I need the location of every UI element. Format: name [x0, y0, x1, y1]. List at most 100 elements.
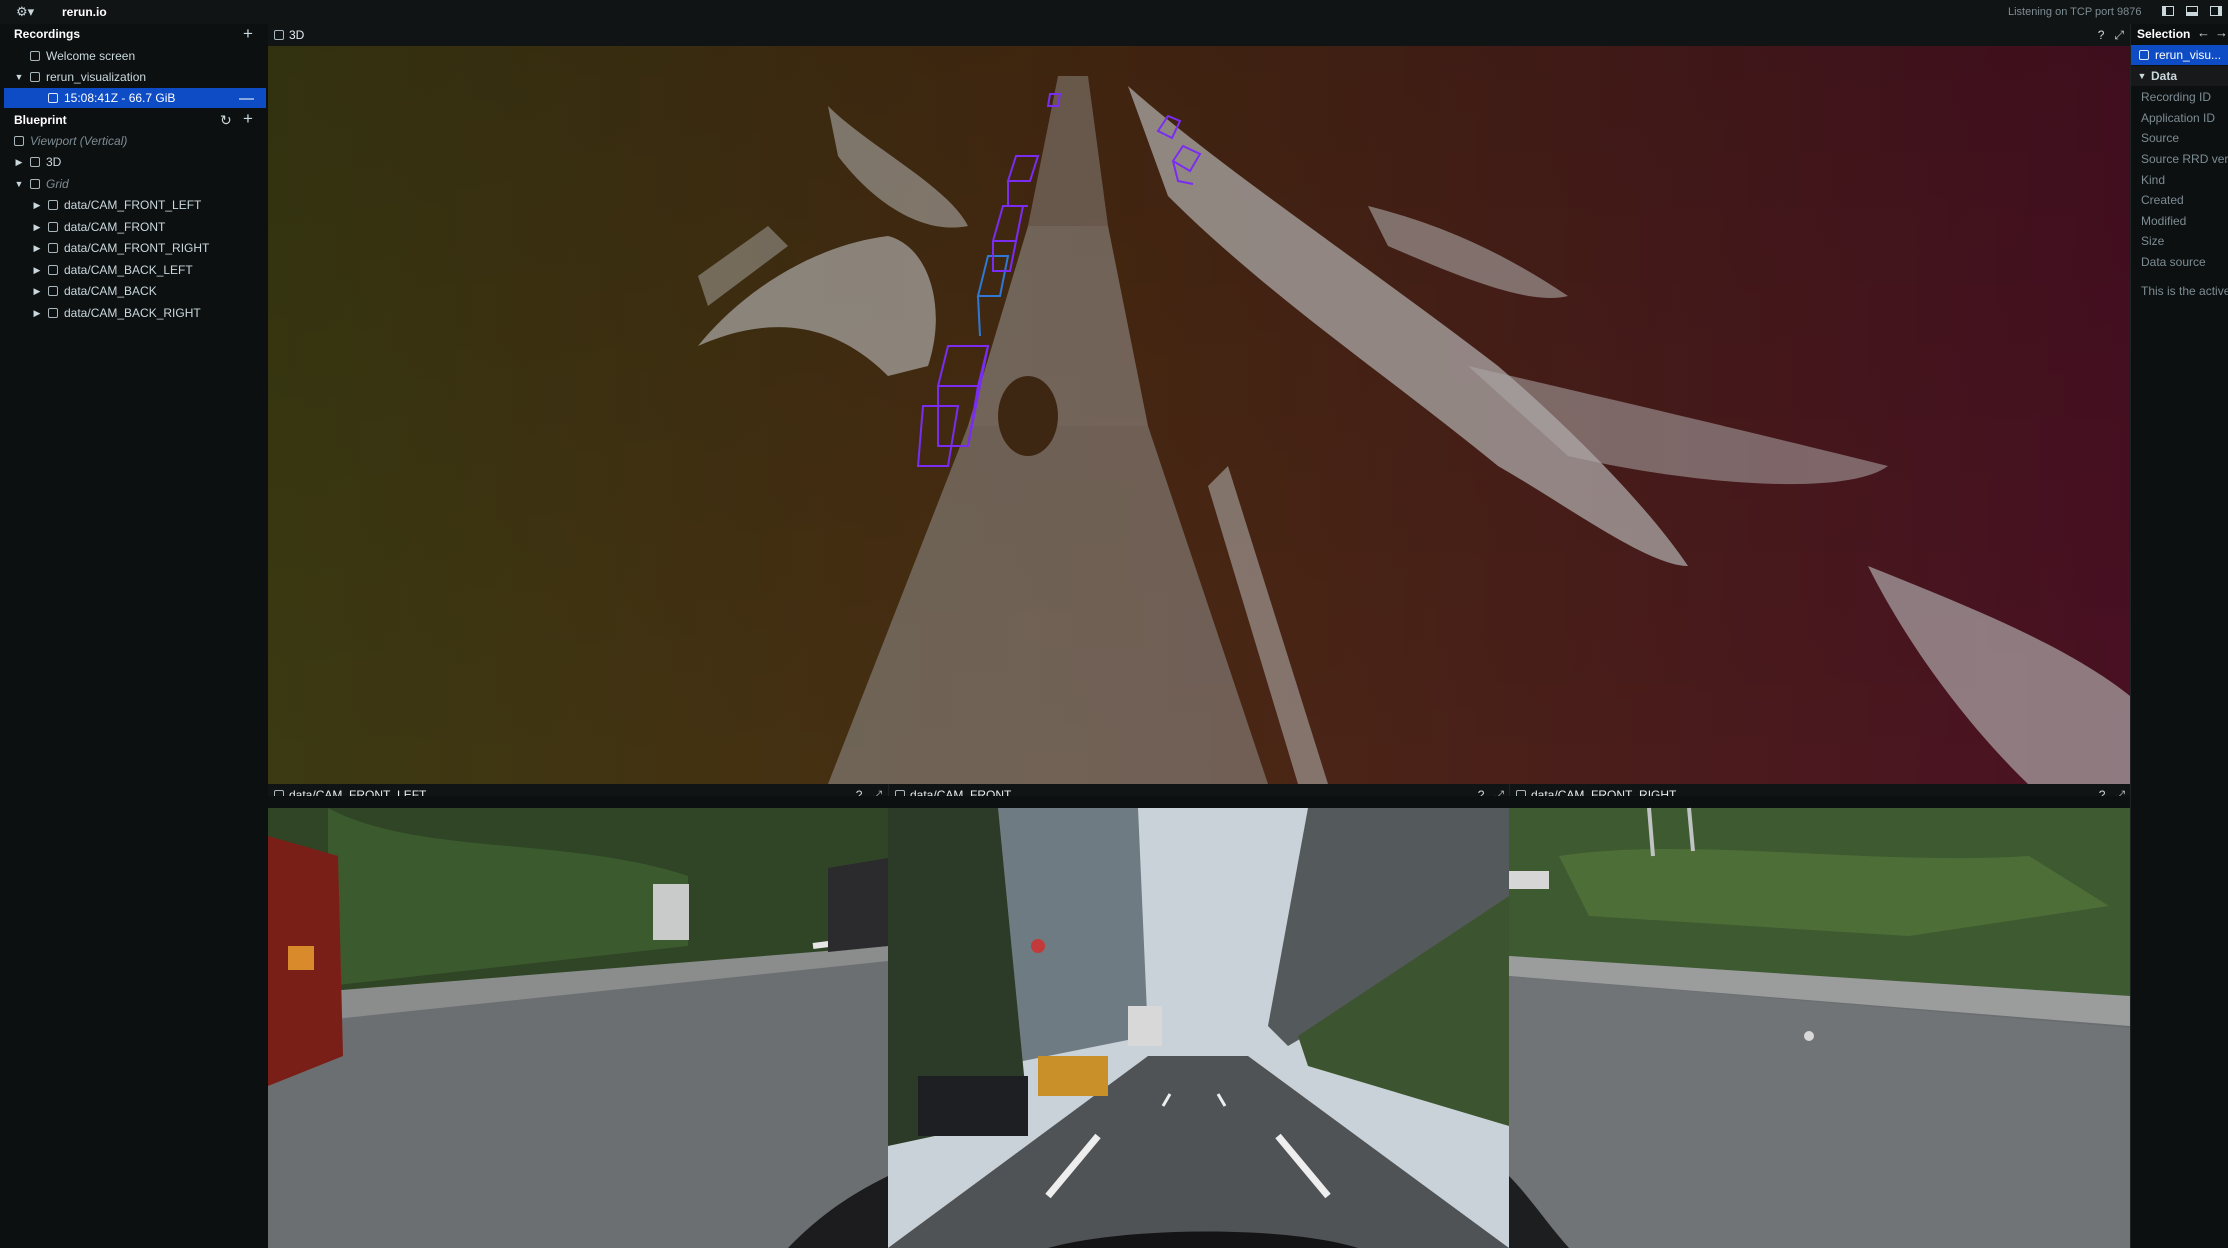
view3d-label: 3D [46, 155, 62, 169]
recording-icon [2139, 50, 2149, 60]
chevron-down-icon[interactable]: ▼ [14, 179, 24, 189]
chevron-right-icon[interactable]: ▶ [32, 286, 42, 297]
field-source: Source [2141, 128, 2179, 148]
arrow-right-icon[interactable]: → [2215, 25, 2228, 40]
maximize-icon[interactable]: ⤢ [2114, 28, 2124, 43]
field-label: Modified [2141, 214, 2187, 228]
chevron-right-icon[interactable]: ▶ [32, 265, 42, 276]
recordings-header-label: Recordings [14, 27, 81, 41]
recording-label: rerun_visualization [46, 70, 147, 84]
field-data-source: Data source [2141, 252, 2206, 272]
recording-item-selected[interactable]: 15:08:41Z - 66.7 GiB — [4, 88, 266, 108]
field-label: Data source [2141, 255, 2206, 269]
chevron-down-icon[interactable]: ▼ [2137, 71, 2147, 81]
chevron-right-icon[interactable]: ▶ [32, 200, 42, 211]
field-label: Source RRD versi [2141, 152, 2228, 166]
selection-header: Selection [2137, 24, 2190, 44]
recording-item-welcome[interactable]: Welcome screen [30, 46, 135, 66]
cam-front-image[interactable] [888, 796, 1509, 1248]
grid-label: Grid [46, 177, 69, 191]
grid-item[interactable]: ▼ Grid [14, 174, 69, 194]
cam-front-left-image[interactable] [268, 796, 888, 1248]
recording-label: Welcome screen [46, 49, 136, 63]
welcome-icon [30, 51, 40, 61]
view3d-canvas[interactable] [268, 46, 2130, 784]
recording-item-rerun-visualization[interactable]: ▼ rerun_visualization [14, 67, 147, 87]
chevron-right-icon[interactable]: ▶ [32, 308, 42, 319]
view-item-cam-front-right[interactable]: ▶ data/CAM_FRONT_RIGHT [32, 238, 210, 258]
rerun-menu-icon[interactable]: ⚙▾ [16, 4, 34, 20]
view3d-title[interactable]: 3D [289, 28, 304, 42]
connection-status: Listening on TCP port 9876 [2008, 6, 2142, 18]
blueprint-header-label: Blueprint [14, 113, 67, 127]
view-item-cam-front-left[interactable]: ▶ data/CAM_FRONT_LEFT [32, 195, 202, 215]
grid-icon [30, 179, 40, 189]
viewport-area: 3D ? ⤢ data/CAM_FRONT_LEFT ? ⤢ data/CAM_… [268, 24, 2131, 1248]
view3d-icon [274, 30, 284, 40]
field-created: Created [2141, 190, 2184, 210]
field-label: Source [2141, 131, 2180, 145]
field-label: Recording ID [2141, 90, 2212, 104]
view-item-cam-back-right[interactable]: ▶ data/CAM_BACK_RIGHT [32, 303, 201, 323]
data-section-header[interactable]: ▼ Data [2131, 66, 2228, 86]
note-text: This is the active [2141, 284, 2228, 298]
camera-label: data/CAM_BACK_LEFT [64, 263, 193, 277]
view-item-cam-front[interactable]: ▶ data/CAM_FRONT [32, 217, 166, 237]
help-icon[interactable]: ? [2098, 28, 2105, 43]
camera-label: data/CAM_FRONT [64, 220, 166, 234]
chevron-right-icon[interactable]: ▶ [32, 222, 42, 233]
app-title: rerun.io [62, 5, 107, 19]
field-size: Size [2141, 231, 2164, 251]
add-recording-button[interactable]: + [243, 24, 253, 44]
view-item-cam-back[interactable]: ▶ data/CAM_BACK [32, 281, 157, 301]
field-source-rrd-version: Source RRD versi [2141, 149, 2228, 169]
cam-front-right-image[interactable] [1509, 796, 2130, 1248]
camera-label: data/CAM_BACK [64, 284, 157, 298]
camera-label: data/CAM_FRONT_RIGHT [64, 241, 210, 255]
image-view-icon [48, 265, 58, 275]
recording-label: 15:08:41Z - 66.7 GiB [64, 91, 176, 105]
toggle-left-panel-icon[interactable] [2162, 6, 2174, 16]
view3d-tab-bar: 3D ? ⤢ [268, 24, 2130, 46]
data-section-label: Data [2151, 69, 2178, 83]
add-view-button[interactable]: + [243, 109, 253, 129]
selection-header-label: Selection [2137, 27, 2191, 41]
field-label: Created [2141, 193, 2184, 207]
field-recording-id: Recording ID [2141, 87, 2211, 107]
chevron-down-icon[interactable]: ▼ [14, 72, 24, 82]
chevron-right-icon[interactable]: ▶ [32, 243, 42, 254]
reset-blueprint-icon[interactable]: ↻ [220, 112, 232, 129]
field-label: Size [2141, 234, 2165, 248]
app-icon [30, 72, 40, 82]
recordings-header: Recordings [14, 24, 80, 44]
selected-item[interactable]: rerun_visu... [2131, 45, 2228, 65]
field-application-id: Application ID [2141, 108, 2215, 128]
arrow-left-icon[interactable]: ← [2197, 25, 2210, 40]
camera-label: data/CAM_FRONT_LEFT [64, 198, 202, 212]
view3d-icon [30, 157, 40, 167]
toggle-bottom-panel-icon[interactable] [2186, 6, 2198, 16]
field-kind: Kind [2141, 170, 2165, 190]
image-view-icon [48, 200, 58, 210]
view-item-cam-back-left[interactable]: ▶ data/CAM_BACK_LEFT [32, 260, 193, 280]
field-label: Kind [2141, 173, 2166, 187]
selection-panel: Selection ← → rerun_visu... ▼ Data Recor… [2130, 24, 2228, 1248]
field-label: Application ID [2141, 111, 2216, 125]
top-bar: ⚙▾ rerun.io Listening on TCP port 9876 [0, 0, 2228, 25]
toggle-right-panel-icon[interactable] [2210, 6, 2222, 16]
chevron-right-icon[interactable]: ▶ [14, 157, 24, 168]
viewport-item[interactable]: Viewport (Vertical) [14, 131, 127, 151]
field-modified: Modified [2141, 211, 2186, 231]
image-view-icon [48, 243, 58, 253]
left-panel: Recordings + Welcome screen ▼ rerun_visu… [0, 24, 269, 1248]
image-view-icon [48, 308, 58, 318]
viewport-icon [14, 136, 24, 146]
image-view-icon [48, 286, 58, 296]
image-view-icon [48, 222, 58, 232]
recording-icon [48, 93, 58, 103]
viewport-label: Viewport (Vertical) [30, 134, 128, 148]
view-item-3d[interactable]: ▶ 3D [14, 152, 62, 172]
camera-label: data/CAM_BACK_RIGHT [64, 306, 201, 320]
close-recording-button[interactable]: — [239, 90, 254, 107]
selected-item-label: rerun_visu... [2155, 48, 2222, 62]
